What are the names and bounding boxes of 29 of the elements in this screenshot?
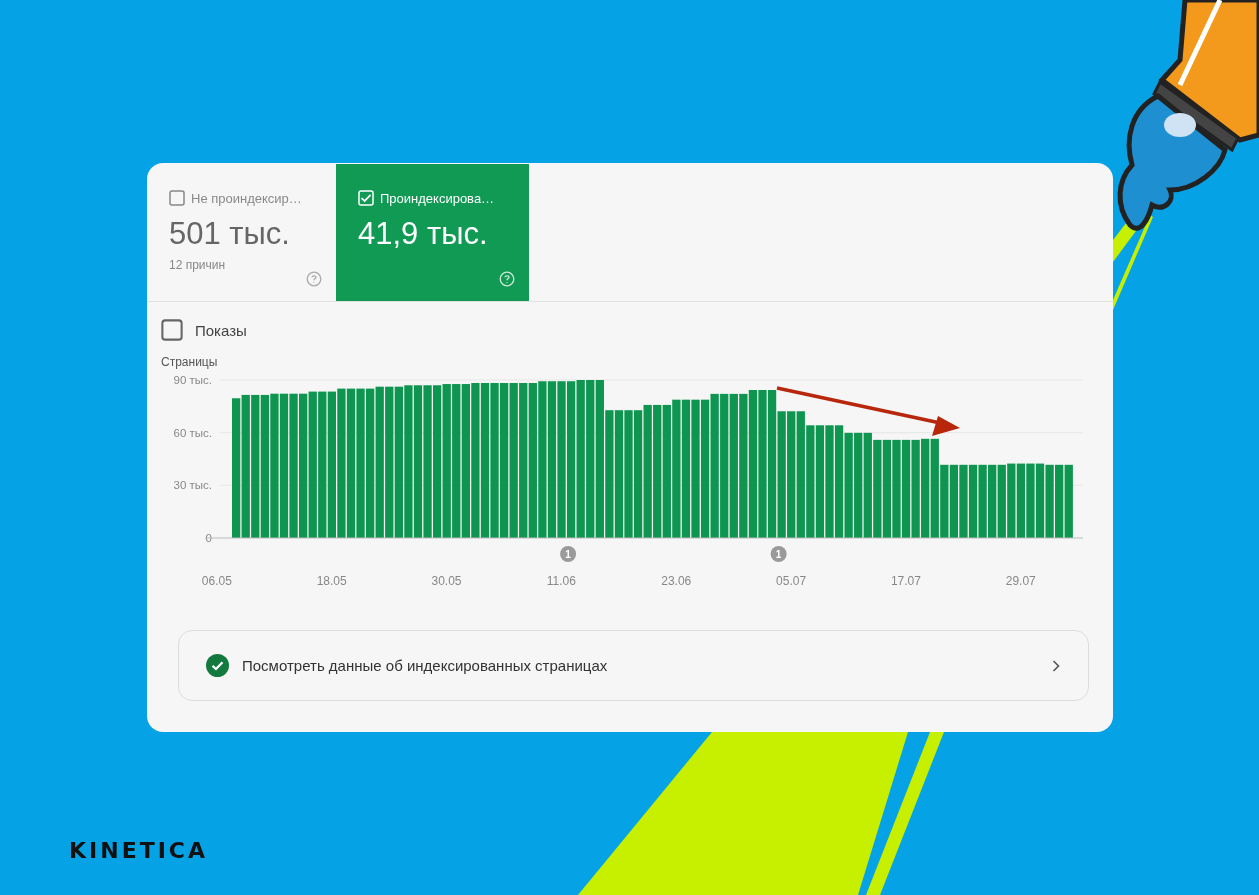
- metric-value: 41,9 тыс.: [358, 216, 489, 252]
- axis-label: 05.07: [776, 574, 807, 588]
- metric-value: 501 тыс.: [169, 216, 291, 252]
- axis-title: Страницы: [161, 355, 218, 369]
- axis-label: 29.07: [1005, 574, 1036, 588]
- axis-label: 0: [205, 532, 212, 544]
- tab-label: Проиндексирова…: [380, 190, 495, 206]
- help-icon[interactable]: [306, 271, 322, 287]
- annotation-marker[interactable]: 1: [770, 546, 787, 562]
- chevron-right-icon: [1052, 659, 1060, 672]
- metric-note: 12 причин: [169, 258, 227, 272]
- axis-label: 18.05: [316, 574, 347, 588]
- metric-tab[interactable]: Не проиндексир… 501 тыс. 12 причин: [147, 164, 336, 301]
- check-circle-icon: [206, 654, 229, 677]
- axis-label: 17.07: [890, 574, 921, 588]
- axis-label: 90 тыс.: [173, 374, 212, 386]
- checkbox-label: Показы: [195, 321, 247, 339]
- brand-logo: KINETICA: [69, 838, 209, 863]
- axis-label: 60 тыс.: [173, 426, 212, 439]
- checkbox[interactable]: [169, 190, 185, 206]
- details-link[interactable]: Посмотреть данные об индексированных страницах: [178, 630, 1089, 701]
- annotation-marker[interactable]: 1: [560, 546, 577, 562]
- checkbox[interactable]: [161, 319, 183, 341]
- axis-label: 11.06: [546, 574, 576, 588]
- axis-label: 30.05: [431, 574, 462, 588]
- axis-label: 06.05: [201, 574, 232, 588]
- tab-label: Не проиндексир…: [191, 190, 302, 206]
- axis-label: 30 тыс.: [173, 479, 212, 492]
- axis-label: 23.06: [661, 574, 692, 588]
